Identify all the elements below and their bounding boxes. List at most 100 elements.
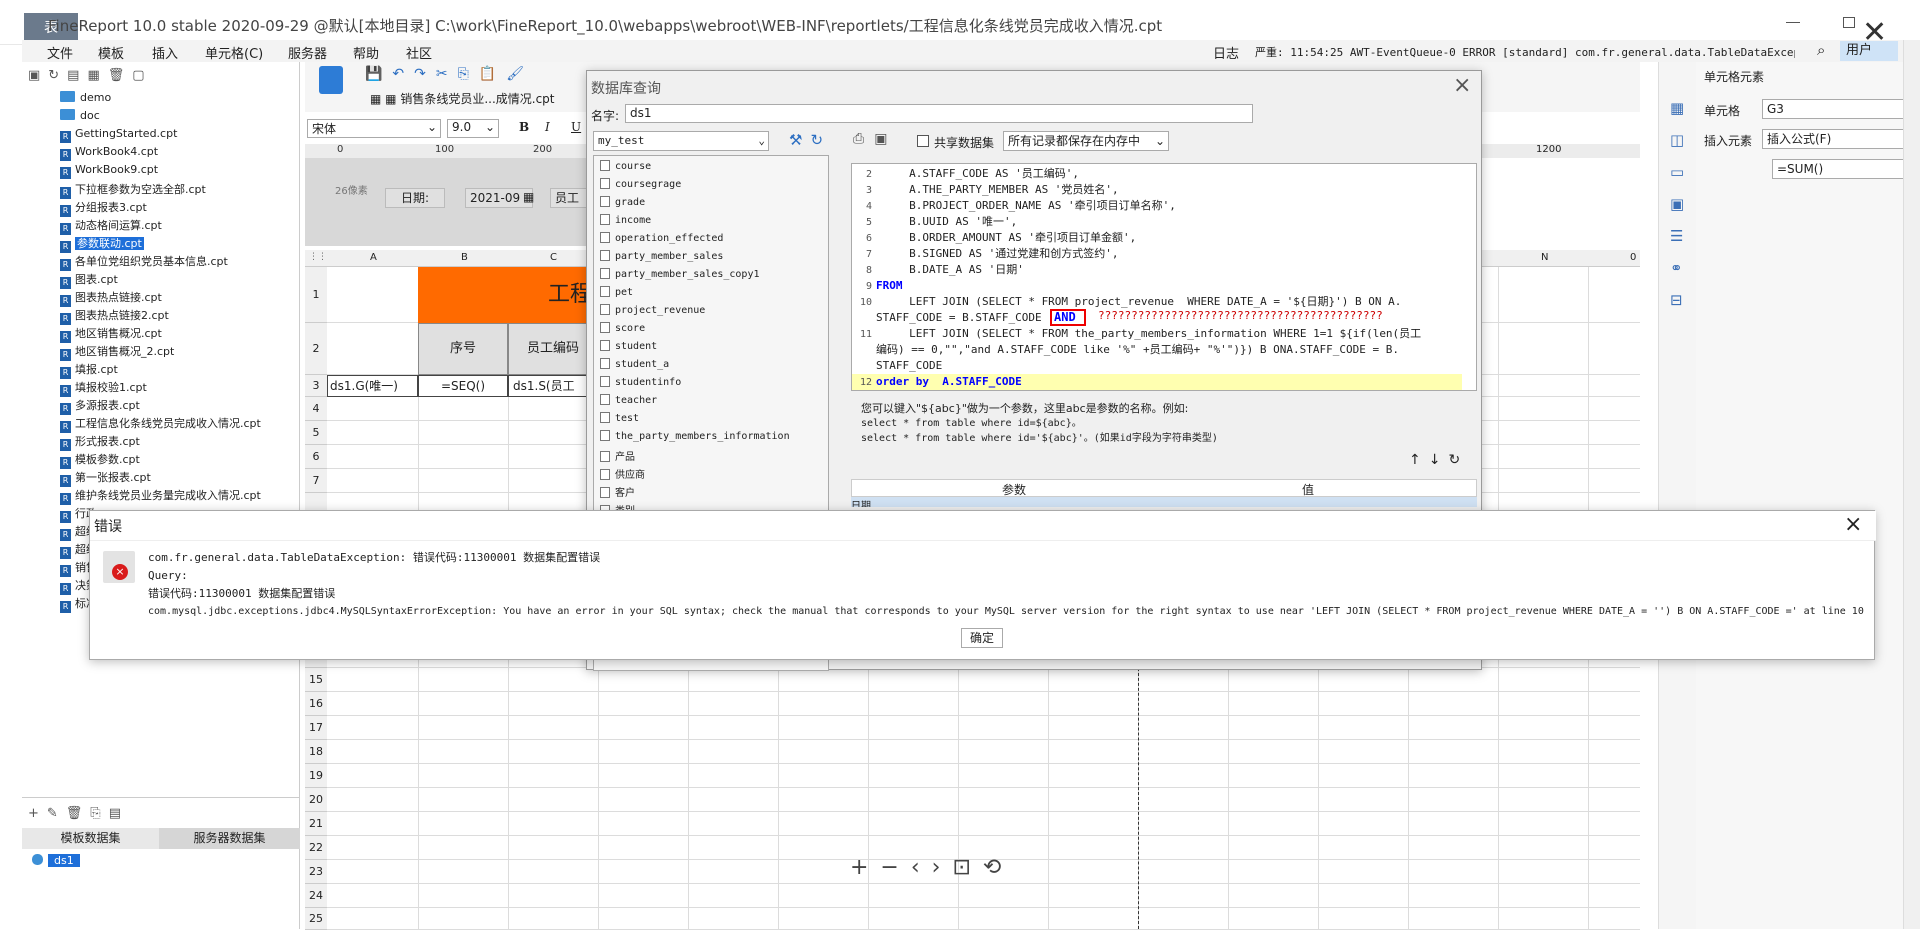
cell-c3[interactable]: ds1.S(员工: [508, 375, 598, 397]
underline-button[interactable]: U: [571, 120, 581, 134]
row-header[interactable]: 19: [305, 764, 327, 788]
connection-toolbar[interactable]: ⚒↻: [789, 131, 831, 149]
tree-item[interactable]: R 地区销售概况.cpt: [60, 325, 162, 343]
tree-item[interactable]: R 填报校验1.cpt: [60, 379, 147, 397]
memory-select[interactable]: 所有记录都保存在内存中 ⌄: [1003, 131, 1169, 151]
search-icon[interactable]: ⌕: [1817, 41, 1825, 59]
tree-item[interactable]: R 第一张报表.cpt: [60, 469, 151, 487]
table-item[interactable]: 产品: [600, 448, 635, 466]
table-item[interactable]: student_a: [600, 358, 669, 376]
tree-item[interactable]: R 参数联动.cpt: [60, 235, 144, 253]
cell-field[interactable]: G3: [1762, 99, 1920, 119]
connection-select[interactable]: my_test ⌄: [593, 131, 769, 151]
dataset-item[interactable]: ds1: [32, 854, 80, 867]
table-item[interactable]: project_revenue: [600, 304, 705, 322]
col-header-c[interactable]: C: [550, 252, 557, 263]
tree-item[interactable]: R 填报.cpt: [60, 361, 118, 379]
table-item[interactable]: student: [600, 340, 657, 358]
sql-editor[interactable]: 2 A.STAFF_CODE AS '员工编码', 3 A.THE_PARTY_M…: [851, 163, 1477, 391]
menu-server[interactable]: 服务器: [288, 43, 327, 62]
table-item[interactable]: the_party_members_information: [600, 430, 790, 448]
table-item[interactable]: test: [600, 412, 639, 430]
menu-insert[interactable]: 插入: [152, 43, 178, 62]
user-button[interactable]: 用户: [1840, 41, 1898, 61]
scrollbar[interactable]: [1903, 40, 1920, 929]
edit-toolbar[interactable]: 💾↶↷✂⎘📋🖌: [365, 66, 534, 82]
table-item[interactable]: pet: [600, 286, 633, 304]
bold-button[interactable]: B: [519, 120, 529, 134]
menu-file[interactable]: 文件: [47, 43, 73, 62]
seq-header-cell[interactable]: 序号: [418, 323, 508, 375]
cell-a3[interactable]: ds1.G(唯一): [327, 375, 418, 397]
tree-item[interactable]: R 分组报表3.cpt: [60, 199, 147, 217]
minimize-button[interactable]: [1786, 22, 1800, 23]
tree-item[interactable]: R 地区销售概况_2.cpt: [60, 343, 174, 361]
italic-button[interactable]: I: [545, 120, 550, 134]
row-header[interactable]: 7: [305, 469, 327, 493]
name-input[interactable]: ds1: [625, 104, 1253, 123]
tree-item[interactable]: R WorkBook9.cpt: [60, 163, 158, 180]
calendar-icon[interactable]: ▦: [523, 190, 534, 204]
table-item[interactable]: income: [600, 214, 651, 232]
tree-toolbar[interactable]: ▣↻▤▦🗑▢: [28, 68, 153, 83]
row-header[interactable]: 2: [305, 323, 327, 375]
row-header[interactable]: 23: [305, 860, 327, 884]
tab-template-dataset[interactable]: 模板数据集: [22, 828, 159, 849]
tree-item[interactable]: R 维护条线党员业务量完成收入情况.cpt: [60, 487, 261, 505]
tree-item[interactable]: R GettingStarted.cpt: [60, 127, 177, 144]
tree-item[interactable]: R 图表热点链接.cpt: [60, 289, 162, 307]
dataset-toolbar[interactable]: +✎🗑⎘▤: [28, 806, 129, 821]
zoom-controls[interactable]: +−‹›⊡⟲: [850, 855, 1013, 880]
tree-item[interactable]: R 多源报表.cpt: [60, 397, 140, 415]
close-icon[interactable]: ×: [1453, 73, 1471, 98]
row-header[interactable]: 3: [305, 375, 327, 397]
ok-button[interactable]: 确定: [961, 628, 1003, 648]
tree-item[interactable]: R 动态格间运算.cpt: [60, 217, 162, 235]
emp-header-cell[interactable]: 员工编码: [508, 323, 598, 375]
table-item[interactable]: party_member_sales_copy1: [600, 268, 760, 286]
table-item[interactable]: score: [600, 322, 645, 340]
col-header-a[interactable]: A: [370, 252, 377, 263]
tab-server-dataset[interactable]: 服务器数据集: [159, 828, 300, 849]
table-item[interactable]: 客户: [600, 484, 635, 502]
row-header[interactable]: 18: [305, 740, 327, 764]
table-item[interactable]: studentinfo: [600, 376, 681, 394]
tree-item[interactable]: R 模板参数.cpt: [60, 451, 140, 469]
menu-cell[interactable]: 单元格(C): [205, 43, 263, 62]
tab-report[interactable]: ▦ ▦ 销售条线党员业...成情况.cpt: [370, 90, 555, 107]
menu-help[interactable]: 帮助: [353, 43, 379, 62]
cell-b3[interactable]: =SEQ(): [418, 375, 508, 397]
table-item[interactable]: course: [600, 160, 651, 178]
tree-item[interactable]: R WorkBook4.cpt: [60, 145, 158, 162]
table-item[interactable]: operation_effected: [600, 232, 723, 250]
close-icon[interactable]: ×: [1844, 512, 1862, 537]
tree-item[interactable]: R 形式报表.cpt: [60, 433, 140, 451]
row-header[interactable]: 1: [305, 267, 327, 323]
table-item[interactable]: 供应商: [600, 466, 645, 484]
table-item[interactable]: party_member_sales: [600, 250, 723, 268]
shared-checkbox[interactable]: [917, 135, 929, 147]
col-header-n[interactable]: N: [1541, 252, 1548, 263]
preview-icons[interactable]: ⎙▣: [853, 131, 897, 147]
maximize-button[interactable]: [1843, 17, 1855, 28]
row-header[interactable]: 24: [305, 884, 327, 908]
row-header[interactable]: 22: [305, 836, 327, 860]
tree-item[interactable]: demo: [60, 91, 111, 108]
insert-select[interactable]: 插入公式(F): [1762, 129, 1920, 149]
tree-item[interactable]: R 各单位党组织党员基本信息.cpt: [60, 253, 228, 271]
design-mode-icon[interactable]: [319, 66, 343, 94]
tree-item[interactable]: R 下拉框参数为空选全部.cpt: [60, 181, 206, 199]
param-toolbar[interactable]: ↑↓↻: [1409, 452, 1468, 468]
col-header-b[interactable]: B: [461, 252, 468, 263]
row-header[interactable]: 4: [305, 397, 327, 421]
table-item[interactable]: teacher: [600, 394, 657, 412]
row-header[interactable]: 6: [305, 445, 327, 469]
row-header[interactable]: 17: [305, 716, 327, 740]
row-header[interactable]: 5: [305, 421, 327, 445]
row-header[interactable]: 25: [305, 908, 327, 930]
row-header[interactable]: 21: [305, 812, 327, 836]
tree-item[interactable]: R 图表.cpt: [60, 271, 118, 289]
font-family-select[interactable]: 宋体 ⌄: [307, 119, 441, 138]
font-size-select[interactable]: 9.0 ⌄: [447, 119, 499, 138]
select-all-icon[interactable]: ⋮⋮: [309, 252, 327, 262]
